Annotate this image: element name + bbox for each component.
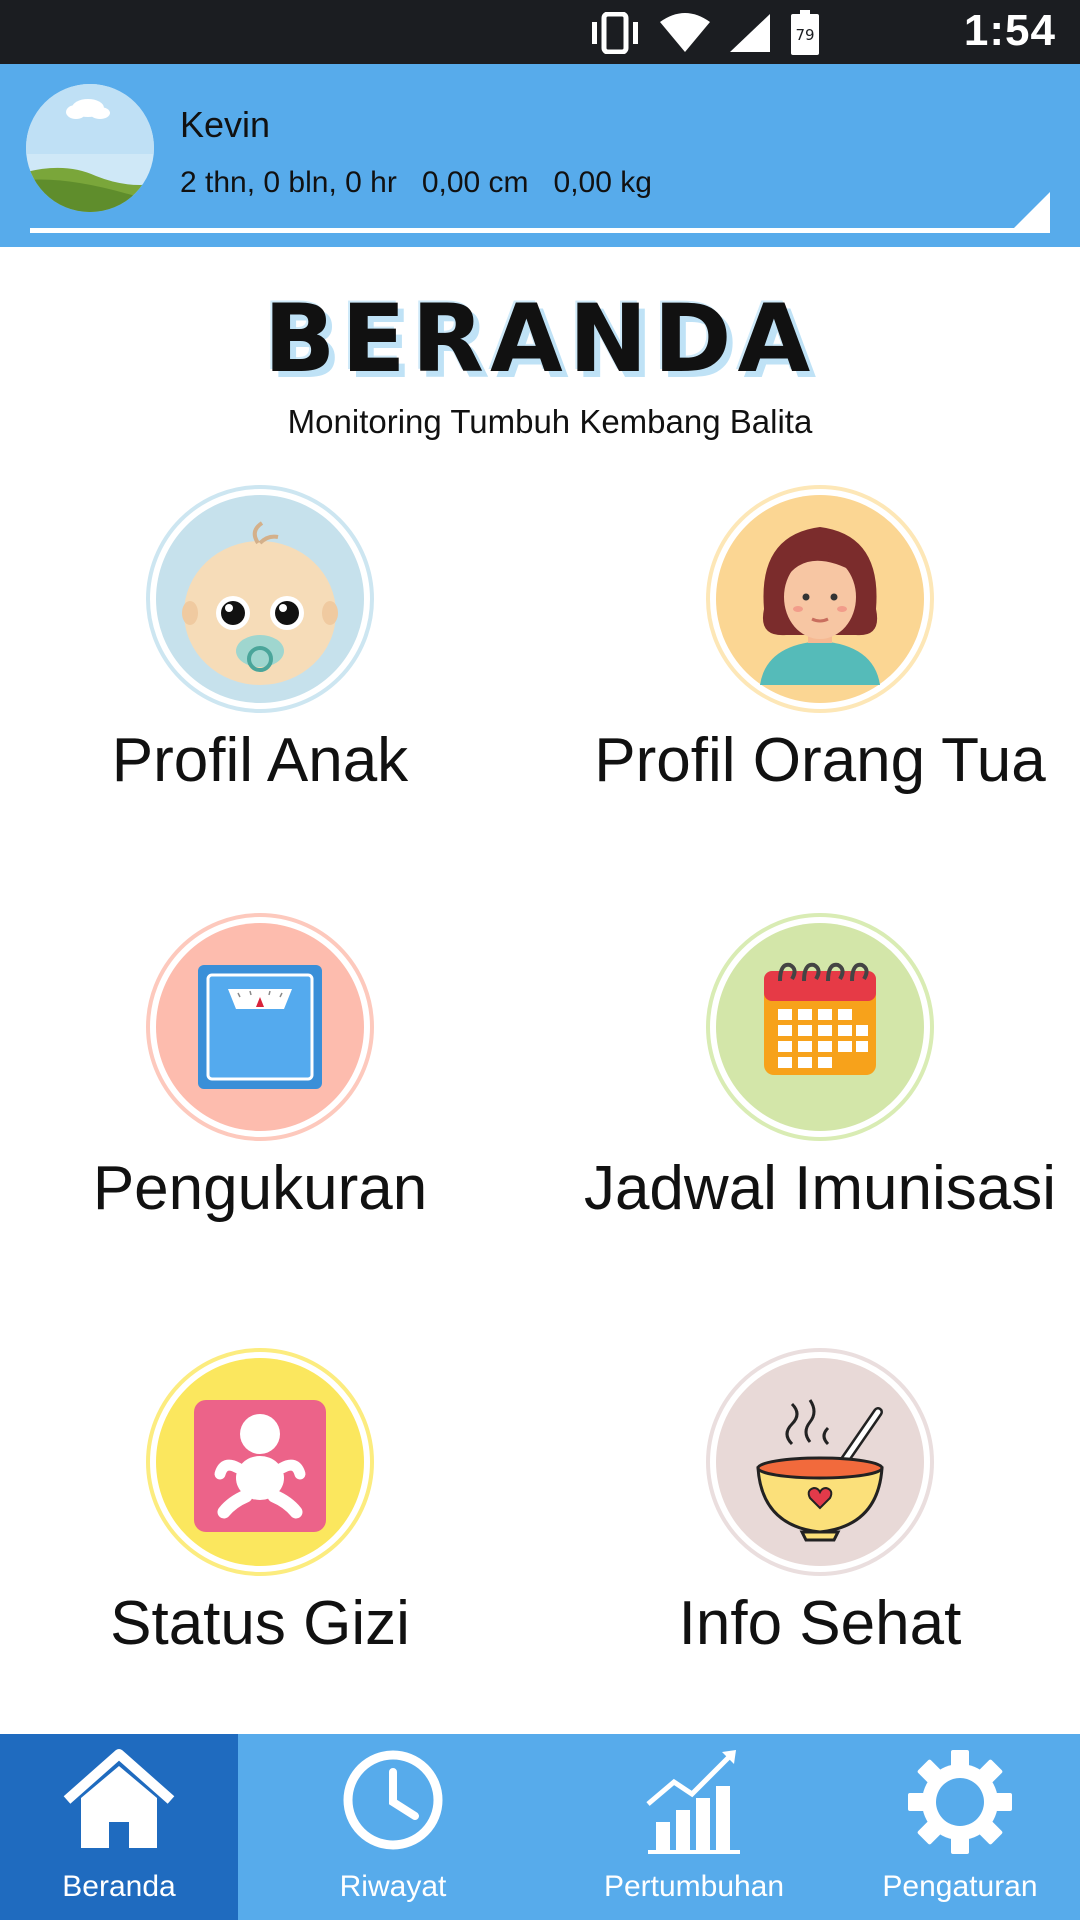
menu-label: Profil Anak — [111, 726, 409, 795]
signal-icon — [730, 14, 770, 52]
profil-orang-tua-circle — [706, 485, 934, 713]
menu-label: Jadwal Imunisasi — [583, 1154, 1057, 1223]
vibrate-icon — [592, 12, 638, 54]
menu-profil-anak[interactable]: Profil Anak — [0, 485, 520, 845]
profil-anak-circle — [146, 485, 374, 713]
battery-level: 79 — [795, 26, 814, 44]
wifi-icon — [660, 13, 710, 52]
nav-label: Riwayat — [339, 1870, 447, 1903]
menu-status-gizi[interactable]: Status Gizi — [0, 1348, 520, 1708]
menu-label: Pengukuran — [92, 1154, 428, 1223]
clock-icon — [343, 1750, 443, 1850]
nav-pertumbuhan[interactable]: Pertumbuhan — [548, 1734, 840, 1920]
page-subtitle: Monitoring Tumbuh Kembang Balita — [287, 403, 813, 440]
profile-divider — [30, 228, 1050, 233]
mother-icon — [706, 485, 934, 713]
child-stats: 2 thn, 0 bln, 0 hr 0,00 cm 0,00 kg — [180, 166, 652, 199]
gear-icon — [908, 1750, 1012, 1854]
jadwal-imunisasi-circle — [706, 913, 934, 1141]
nav-label: Pertumbuhan — [603, 1870, 785, 1903]
battery-icon: 79 — [791, 10, 819, 55]
soup-bowl-icon — [706, 1348, 934, 1576]
nav-beranda[interactable]: Beranda — [0, 1734, 238, 1920]
status-bar: 79 1:54 — [0, 0, 1080, 64]
nav-riwayat[interactable]: Riwayat — [238, 1734, 548, 1920]
baby-face-icon — [146, 485, 374, 713]
menu-info-sehat[interactable]: Info Sehat — [560, 1348, 1080, 1708]
scale-icon — [146, 913, 374, 1141]
clock-time: 1:54 — [963, 6, 1056, 55]
bottom-navigation: Beranda Riwayat Pertumbuhan Pengaturan — [0, 1734, 1080, 1920]
nav-pengaturan[interactable]: Pengaturan — [840, 1734, 1080, 1920]
home-icon — [63, 1749, 175, 1848]
child-name: Kevin — [180, 104, 271, 145]
landscape-avatar-image — [26, 84, 154, 212]
child-avatar[interactable] — [26, 84, 154, 212]
menu-profil-orang-tua[interactable]: Profil Orang Tua — [560, 485, 1080, 845]
menu-label: Info Sehat — [678, 1589, 962, 1658]
menu-label: Profil Orang Tua — [594, 726, 1046, 795]
pengukuran-circle — [146, 913, 374, 1141]
nav-label: Pengaturan — [882, 1870, 1038, 1903]
page-title: BERANDA — [263, 285, 817, 394]
menu-jadwal-imunisasi[interactable]: Jadwal Imunisasi — [560, 913, 1080, 1273]
growth-chart-icon — [646, 1750, 740, 1854]
status-icons: 79 — [588, 10, 820, 56]
menu-pengukuran[interactable]: Pengukuran — [0, 913, 520, 1273]
status-gizi-circle — [146, 1348, 374, 1576]
child-profile-bar[interactable] — [0, 64, 1080, 247]
expand-corner-icon[interactable] — [1010, 192, 1050, 232]
info-sehat-circle — [706, 1348, 934, 1576]
baby-status-icon — [146, 1348, 374, 1576]
menu-label: Status Gizi — [110, 1589, 410, 1658]
nav-label: Beranda — [62, 1870, 176, 1903]
calendar-icon — [706, 913, 934, 1141]
